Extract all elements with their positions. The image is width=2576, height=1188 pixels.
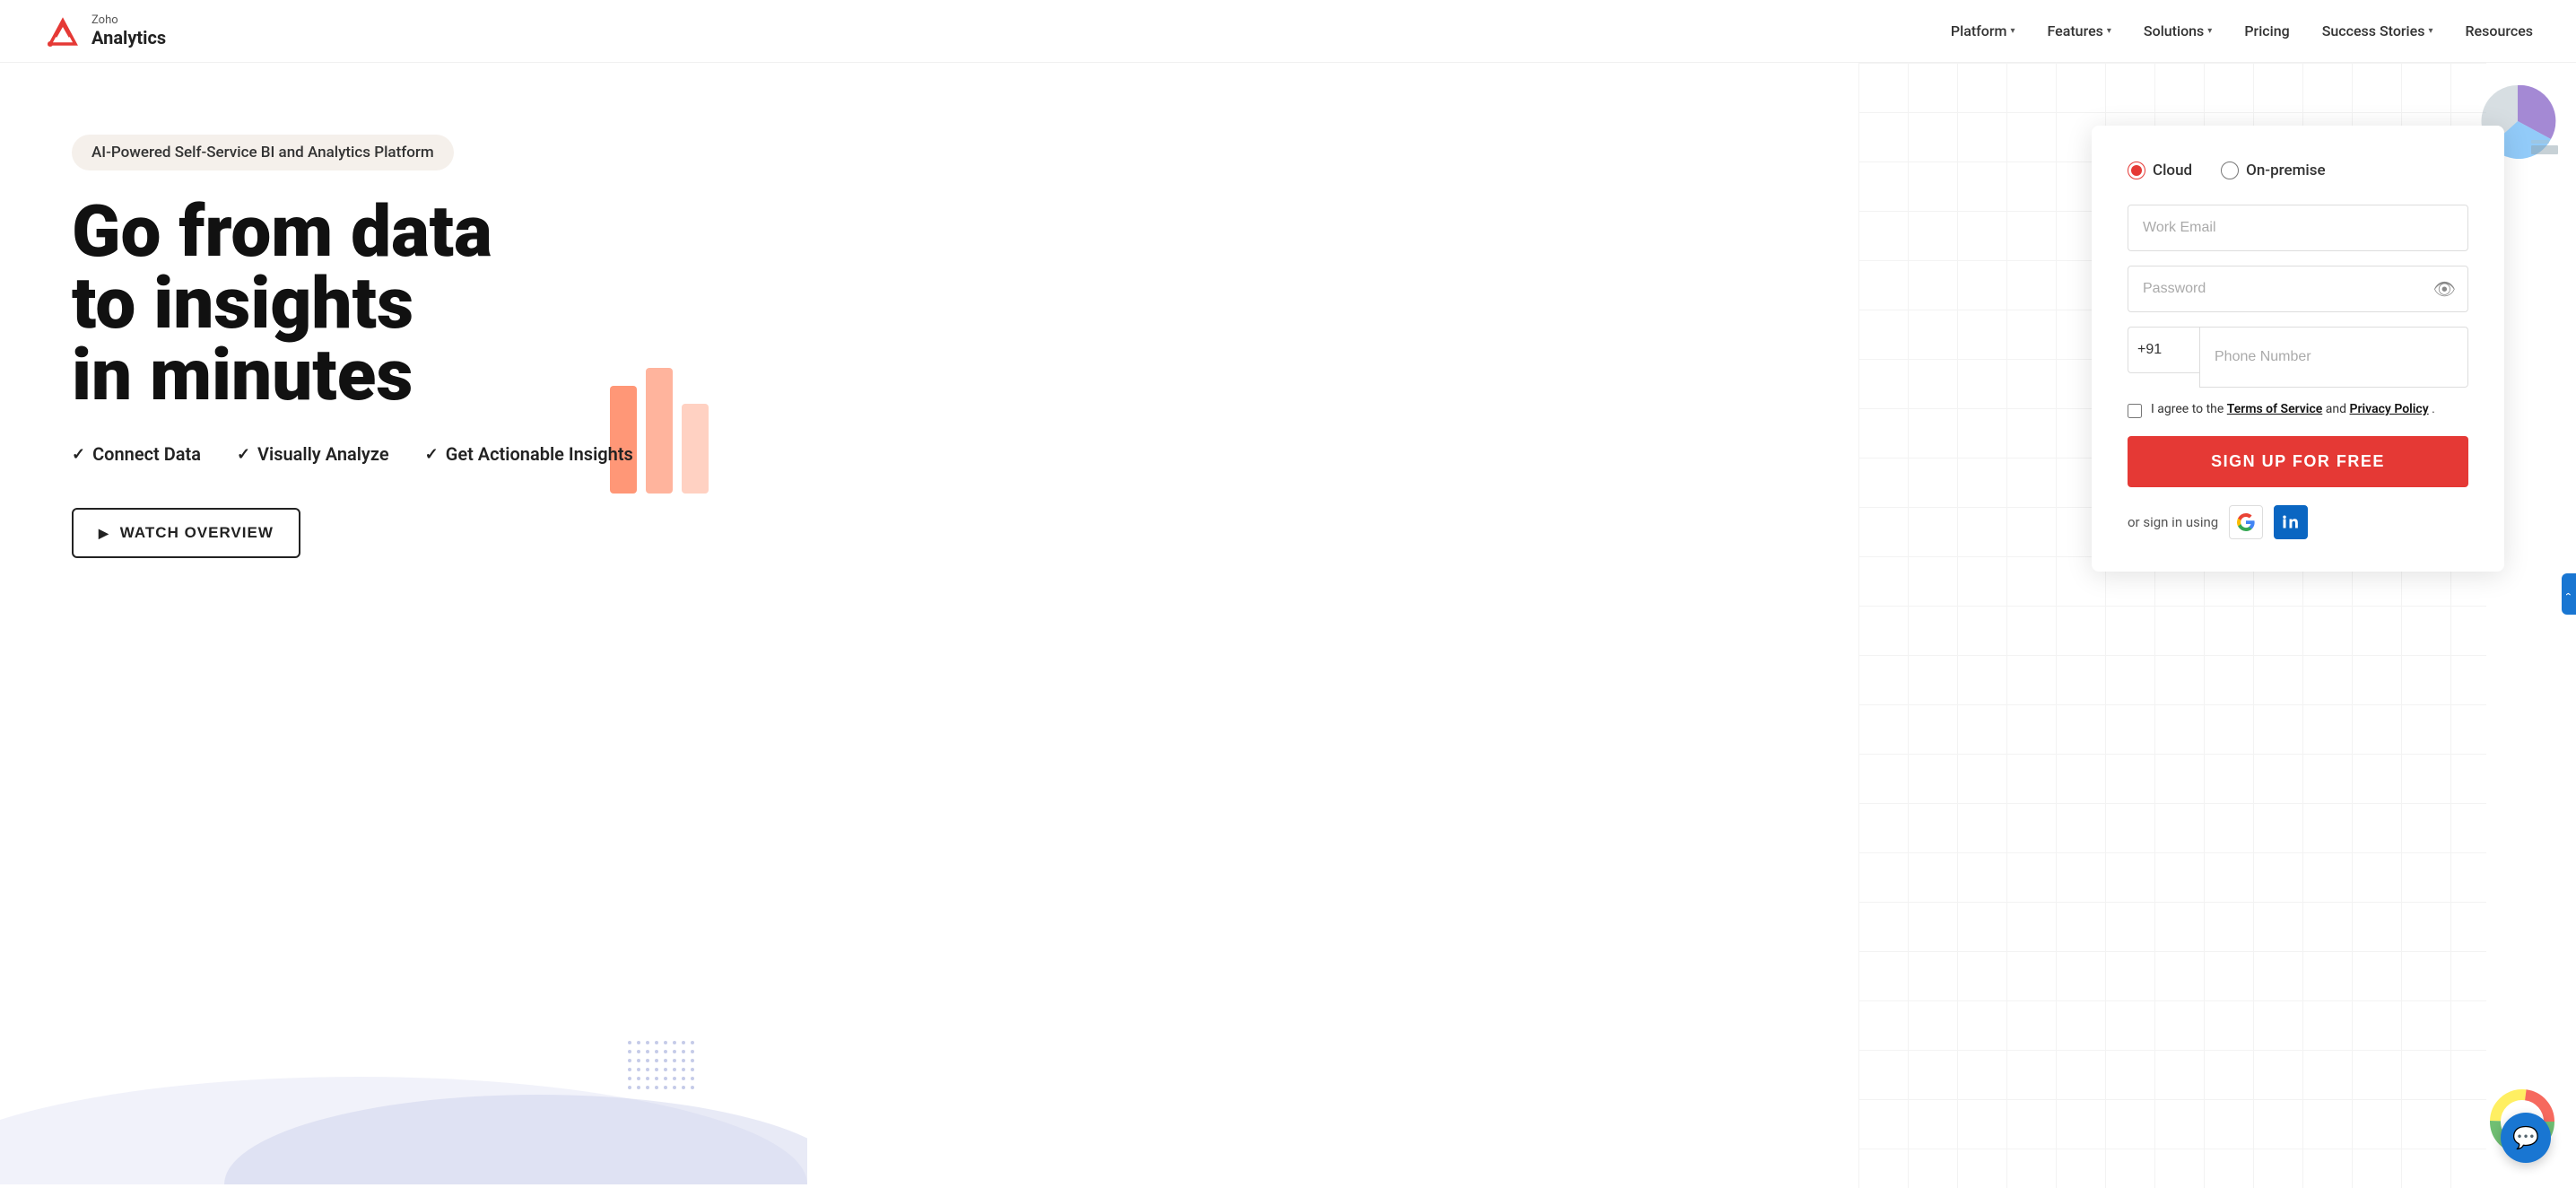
side-tab[interactable]: ‹ <box>2562 573 2576 615</box>
hero-badge: AI-Powered Self-Service BI and Analytics… <box>72 135 454 170</box>
tos-checkbox[interactable] <box>2128 404 2142 418</box>
chevron-down-icon: ▾ <box>2107 26 2111 36</box>
phone-number-field[interactable] <box>2199 327 2468 388</box>
phone-group <box>2128 327 2468 388</box>
radio-cloud-input[interactable] <box>2128 162 2145 179</box>
privacy-policy-link[interactable]: Privacy Policy <box>2350 402 2429 416</box>
feature-actionable-insights: ✓ Get Actionable Insights <box>425 443 633 465</box>
signup-button[interactable]: SIGN UP FOR FREE <box>2128 436 2468 487</box>
terms-of-service-link[interactable]: Terms of Service <box>2227 402 2322 416</box>
feature-connect-data: ✓ Connect Data <box>72 443 201 465</box>
logo-zoho: Zoho <box>91 14 166 27</box>
nav-item-platform[interactable]: Platform ▾ <box>1951 22 2015 39</box>
nav-item-resources[interactable]: Resources <box>2465 22 2533 39</box>
password-wrapper: 👁 <box>2128 266 2468 312</box>
deco-dots <box>628 1041 700 1098</box>
hero-section: AI-Powered Self-Service BI and Analytics… <box>0 63 2576 1188</box>
signup-card: Cloud On-premise 👁 I agree to the Terms … <box>2092 126 2504 572</box>
hero-left: AI-Powered Self-Service BI and Analytics… <box>72 117 2092 558</box>
social-signin-row: or sign in using <box>2128 505 2468 539</box>
linkedin-signin-button[interactable] <box>2274 505 2308 539</box>
logo-analytics: Analytics <box>91 28 166 48</box>
nav-links: Platform ▾ Features ▾ Solutions ▾ Pricin… <box>1951 22 2533 39</box>
chat-icon: 💬 <box>2512 1125 2539 1150</box>
nav-item-features[interactable]: Features ▾ <box>2048 22 2111 39</box>
deployment-radio-group: Cloud On-premise <box>2128 162 2468 179</box>
chevron-left-icon: ‹ <box>2563 592 2575 596</box>
tos-row: I agree to the Terms of Service and Priv… <box>2128 402 2468 418</box>
play-icon: ▶ <box>99 526 109 541</box>
nav-item-solutions[interactable]: Solutions ▾ <box>2144 22 2212 39</box>
password-field[interactable] <box>2128 266 2468 312</box>
chevron-down-icon: ▾ <box>2428 26 2432 36</box>
radio-onpremise-input[interactable] <box>2221 162 2239 179</box>
hero-features: ✓ Connect Data ✓ Visually Analyze ✓ Get … <box>72 443 2092 465</box>
chevron-down-icon: ▾ <box>2010 26 2015 36</box>
feature-visually-analyze: ✓ Visually Analyze <box>237 443 389 465</box>
nav-item-pricing[interactable]: Pricing <box>2244 22 2289 39</box>
check-icon: ✓ <box>425 445 439 464</box>
phone-country-code[interactable] <box>2128 327 2199 373</box>
hero-title: Go from data to insights in minutes <box>72 196 682 411</box>
chevron-down-icon: ▾ <box>2207 26 2212 36</box>
navbar: Zoho Analytics Platform ▾ Features ▾ Sol… <box>0 0 2576 63</box>
google-signin-button[interactable] <box>2229 505 2263 539</box>
email-field[interactable] <box>2128 205 2468 251</box>
nav-item-success-stories[interactable]: Success Stories ▾ <box>2322 22 2433 39</box>
radio-onpremise[interactable]: On-premise <box>2221 162 2325 179</box>
logo-icon <box>43 12 83 51</box>
chat-bubble[interactable]: 💬 <box>2501 1113 2551 1163</box>
watch-overview-button[interactable]: ▶ WATCH OVERVIEW <box>72 508 300 558</box>
check-icon: ✓ <box>237 445 250 464</box>
eye-icon[interactable]: 👁 <box>2433 278 2456 300</box>
radio-cloud[interactable]: Cloud <box>2128 162 2192 179</box>
logo-text: Zoho Analytics <box>91 14 166 47</box>
logo-link[interactable]: Zoho Analytics <box>43 12 166 51</box>
check-icon: ✓ <box>72 445 85 464</box>
